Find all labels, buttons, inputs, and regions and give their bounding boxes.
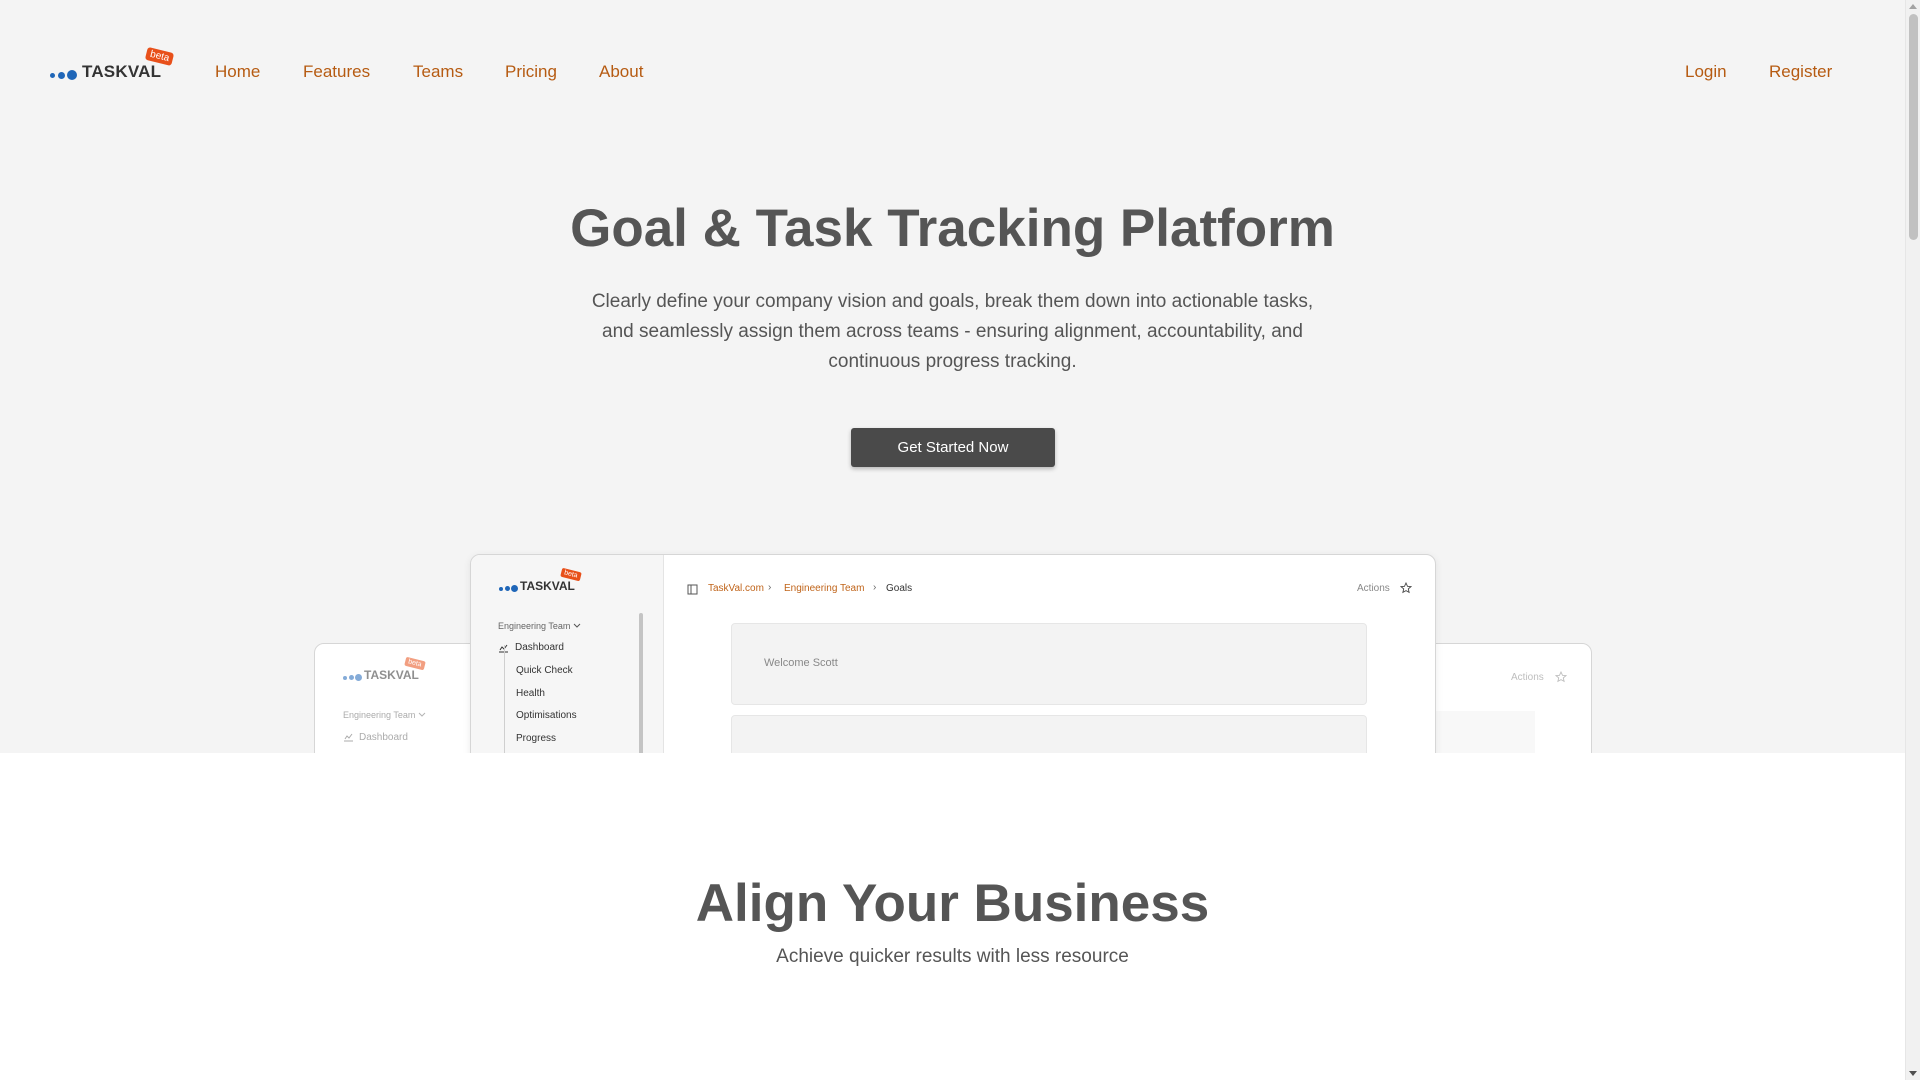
top-navbar: TASKVAL beta Home Features Teams Pricing…: [0, 0, 1905, 148]
page-scrollbar[interactable]: [1905, 0, 1920, 1080]
scroll-down-arrow-icon[interactable]: [1909, 1071, 1917, 1076]
nav-link-teams[interactable]: Teams: [413, 62, 463, 82]
hero-description: Clearly define your company vision and g…: [591, 291, 1314, 372]
mockup-menu-optimisations: Optimisations: [516, 710, 577, 721]
sidebar-toggle-icon: [687, 584, 698, 595]
mockup-content-panel: [731, 715, 1367, 753]
get-started-button[interactable]: Get Started Now: [851, 428, 1055, 467]
mockup-front-card: TASKVAL beta Engineering Team Dashboard …: [470, 554, 1436, 753]
nav-link-about[interactable]: About: [599, 62, 643, 82]
mockup-welcome-panel: Welcome Scott: [731, 623, 1367, 705]
register-link[interactable]: Register: [1769, 62, 1832, 82]
align-business-section: Align Your Business Achieve quicker resu…: [0, 753, 1905, 1080]
nav-link-features[interactable]: Features: [303, 62, 370, 82]
mockup-welcome-text: Welcome Scott: [764, 657, 838, 669]
page: TASKVAL beta Home Features Teams Pricing…: [0, 0, 1905, 1080]
mockup-menu-quick-check: Quick Check: [516, 665, 573, 676]
hero-title: Goal & Task Tracking Platform: [570, 199, 1335, 258]
mockup-team-label: Engineering Team: [498, 621, 571, 631]
scrollbar-thumb[interactable]: [1909, 14, 1918, 240]
mockup-breadcrumb-home: TaskVal.com: [708, 583, 764, 594]
scroll-up-arrow-icon[interactable]: [1909, 4, 1917, 9]
mockup-sidebar: TASKVAL beta Engineering Team Dashboard …: [471, 555, 664, 753]
mockup-menu-progress: Progress: [516, 733, 557, 744]
logo-dots-icon: [50, 70, 80, 80]
product-screenshot: TASKVAL beta Engineering Team Dashboard …: [0, 548, 1905, 753]
brand-name: TASKVAL: [82, 62, 162, 81]
mockup-sidebar-scrollbar: [639, 613, 643, 753]
chevron-right-icon: ›: [768, 582, 772, 593]
nav-link-pricing[interactable]: Pricing: [505, 62, 557, 82]
star-icon: [1400, 582, 1412, 594]
mockup-breadcrumb-goals: Goals: [886, 583, 913, 594]
section-title: Align Your Business: [695, 874, 1210, 933]
mockup-breadcrumb-team: Engineering Team: [784, 583, 865, 594]
nav-link-home[interactable]: Home: [215, 62, 260, 82]
mockup-actions: Actions: [1357, 583, 1390, 594]
section-subtitle: Achieve quicker results with less resour…: [776, 946, 1129, 967]
chevron-down-icon: [573, 623, 581, 628]
login-link[interactable]: Login: [1685, 62, 1727, 82]
chevron-right-icon: ›: [873, 582, 877, 593]
mockup-menu-dashboard: Dashboard: [515, 642, 564, 653]
mockup-menu-health: Health: [516, 688, 545, 699]
